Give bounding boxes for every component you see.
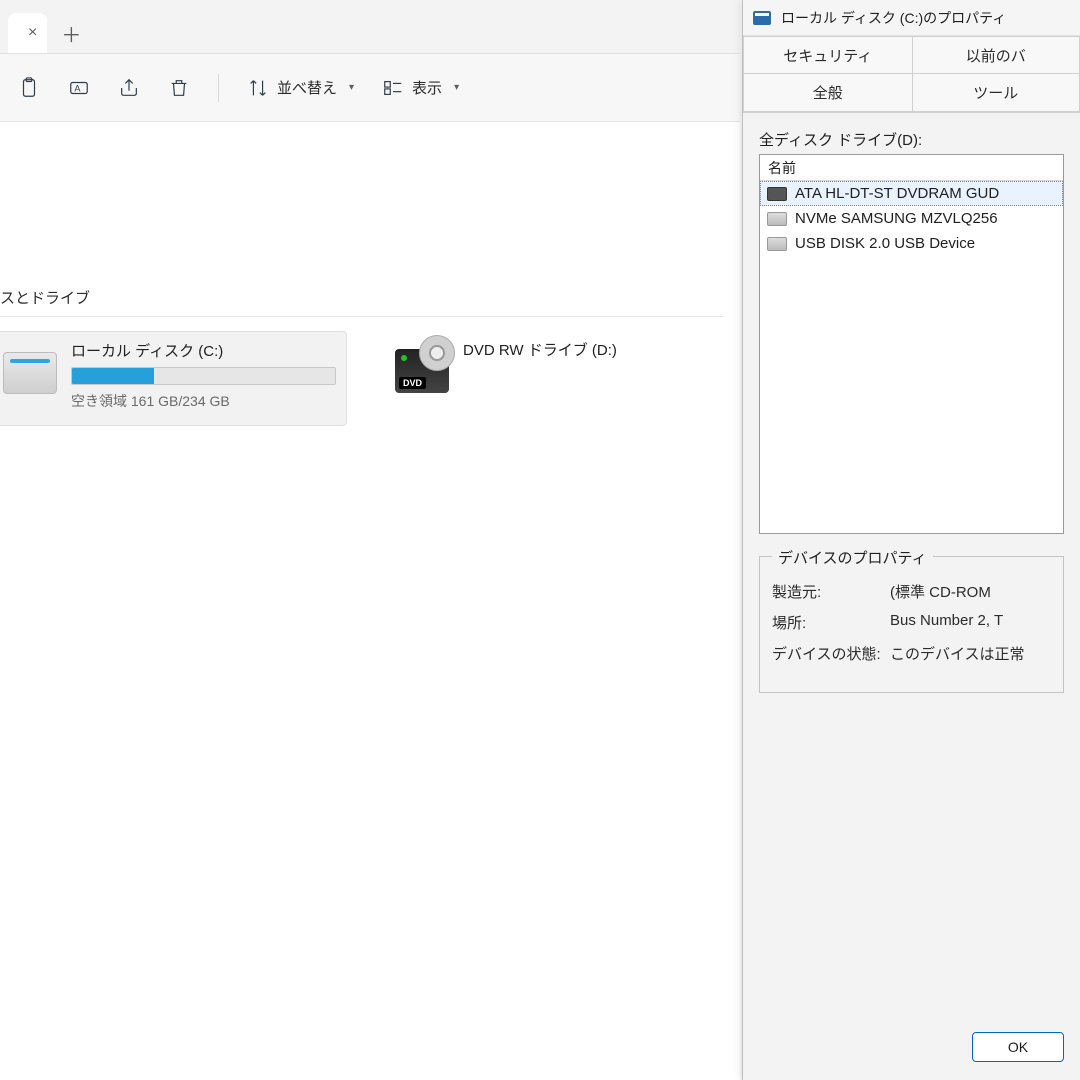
list-item[interactable]: NVMe SAMSUNG MZVLQ256 [760, 206, 1063, 231]
sort-icon [247, 77, 269, 99]
view-button[interactable]: 表示 ▾ [382, 77, 459, 99]
prop-manufacturer-key: 製造元: [772, 581, 882, 602]
chevron-down-icon: ▾ [454, 82, 459, 93]
drive-item-d[interactable]: DVD DVD RW ドライブ (D:) [387, 331, 740, 407]
view-icon [382, 77, 404, 99]
explorer-tabstrip: × ＋ [0, 0, 740, 54]
drive-name: ローカル ディスク (C:) [71, 340, 336, 361]
explorer-window: × ＋ A 並べ替え ▾ 表示 ▾ [0, 0, 740, 1080]
ok-button[interactable]: OK [972, 1032, 1064, 1062]
rename-icon[interactable]: A [68, 77, 90, 99]
tab-previous-versions[interactable]: 以前のバ [912, 36, 1080, 74]
prop-location-key: 場所: [772, 612, 882, 633]
list-item-text: ATA HL-DT-ST DVDRAM GUD [795, 185, 999, 202]
list-item-text: USB DISK 2.0 USB Device [795, 235, 975, 252]
capacity-bar [71, 367, 336, 385]
list-header-name[interactable]: 名前 [760, 155, 1063, 181]
dialog-titlebar[interactable]: ローカル ディスク (C:)のプロパティ [743, 0, 1080, 36]
dialog-title: ローカル ディスク (C:)のプロパティ [781, 8, 1006, 28]
drives-row: ローカル ディスク (C:) 空き領域 161 GB/234 GB DVD DV… [0, 317, 740, 426]
prop-status-val: このデバイスは正常 [890, 643, 1051, 664]
paste-icon[interactable] [18, 77, 40, 99]
drive-name: DVD RW ドライブ (D:) [463, 339, 730, 360]
tab-tools[interactable]: ツール [912, 74, 1080, 112]
toolbar-separator [218, 74, 219, 102]
view-label: 表示 [412, 77, 442, 98]
share-icon[interactable] [118, 77, 140, 99]
explorer-content: スとドライブ ローカル ディスク (C:) 空き領域 161 GB/234 GB [0, 122, 740, 1080]
drive-free-text: 空き領域 161 GB/234 GB [71, 391, 336, 411]
drive-item-c[interactable]: ローカル ディスク (C:) 空き領域 161 GB/234 GB [0, 331, 347, 426]
sort-button[interactable]: 並べ替え ▾ [247, 77, 354, 99]
dialog-footer: OK [743, 1032, 1080, 1080]
drive-list-label: 全ディスク ドライブ(D): [759, 129, 1064, 150]
tab-general[interactable]: 全般 [743, 74, 912, 112]
drive-listview[interactable]: 名前 ATA HL-DT-ST DVDRAM GUD NVMe SAMSUNG … [759, 154, 1064, 534]
hdd-icon [3, 340, 57, 394]
group-legend: デバイスのプロパティ [772, 547, 933, 568]
list-item[interactable]: USB DISK 2.0 USB Device [760, 231, 1063, 256]
disk-icon [767, 187, 787, 201]
list-item-text: NVMe SAMSUNG MZVLQ256 [795, 210, 998, 227]
dialog-body: 全ディスク ドライブ(D): 名前 ATA HL-DT-ST DVDRAM GU… [743, 113, 1080, 1032]
explorer-tab-active[interactable]: × [8, 13, 47, 53]
prop-location-val: Bus Number 2, T [890, 612, 1051, 633]
delete-icon[interactable] [168, 77, 190, 99]
dvd-drive-icon: DVD [395, 339, 449, 393]
drive-icon [753, 11, 771, 25]
explorer-toolbar: A 並べ替え ▾ 表示 ▾ [0, 54, 740, 122]
prop-status-key: デバイスの状態: [772, 643, 882, 664]
list-item[interactable]: ATA HL-DT-ST DVDRAM GUD [760, 181, 1063, 206]
tab-security[interactable]: セキュリティ [743, 36, 912, 74]
chevron-down-icon: ▾ [349, 82, 354, 93]
disk-icon [767, 237, 787, 251]
prop-manufacturer-val: (標準 CD-ROM [890, 581, 1051, 602]
capacity-fill [72, 368, 154, 384]
close-tab-icon[interactable]: × [28, 24, 37, 42]
device-properties-group: デバイスのプロパティ 製造元: (標準 CD-ROM 場所: Bus Numbe… [759, 556, 1064, 693]
dialog-tabs: セキュリティ 以前のバ 全般 ツール [743, 36, 1080, 113]
disk-icon [767, 212, 787, 226]
svg-text:A: A [74, 83, 81, 93]
section-devices-and-drives[interactable]: スとドライブ [0, 277, 724, 317]
properties-dialog: ローカル ディスク (C:)のプロパティ セキュリティ 以前のバ 全般 ツール … [742, 0, 1080, 1080]
new-tab-button[interactable]: ＋ [53, 13, 89, 53]
sort-label: 並べ替え [277, 77, 337, 98]
